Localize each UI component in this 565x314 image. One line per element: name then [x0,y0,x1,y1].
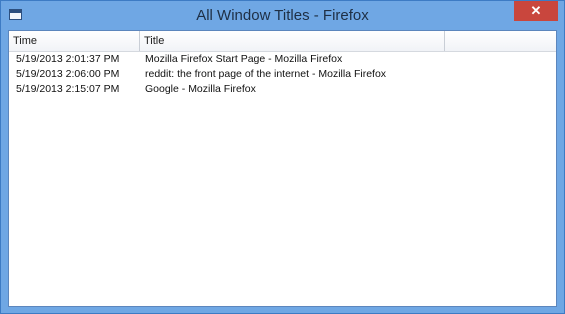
close-button[interactable]: ✕ [514,1,558,21]
table-row[interactable]: 5/19/2013 2:15:07 PM Google - Mozilla Fi… [9,82,556,97]
list-header: Time Title [9,31,556,52]
table-row[interactable]: 5/19/2013 2:01:37 PM Mozilla Firefox Sta… [9,52,556,67]
list-rows: 5/19/2013 2:01:37 PM Mozilla Firefox Sta… [9,52,556,97]
table-row[interactable]: 5/19/2013 2:06:00 PM reddit: the front p… [9,67,556,82]
window-title: All Window Titles - Firefox [196,7,369,24]
row-time: 5/19/2013 2:01:37 PM [16,53,120,65]
row-time: 5/19/2013 2:15:07 PM [16,83,120,95]
app-window: All Window Titles - Firefox ✕ Time Title… [0,0,565,314]
column-header-filler [445,31,556,51]
column-header-time[interactable]: Time [9,31,140,51]
row-title: reddit: the front page of the internet -… [145,68,387,80]
row-title: Mozilla Firefox Start Page - Mozilla Fir… [145,53,343,65]
row-time: 5/19/2013 2:06:00 PM [16,68,120,80]
close-icon: ✕ [530,3,542,18]
window-titles-list[interactable]: Time Title 5/19/2013 2:01:37 PM Mozilla … [8,30,557,307]
row-title: Google - Mozilla Firefox [145,83,256,95]
title-bar[interactable]: All Window Titles - Firefox ✕ [1,1,564,31]
column-header-title[interactable]: Title [140,31,445,51]
